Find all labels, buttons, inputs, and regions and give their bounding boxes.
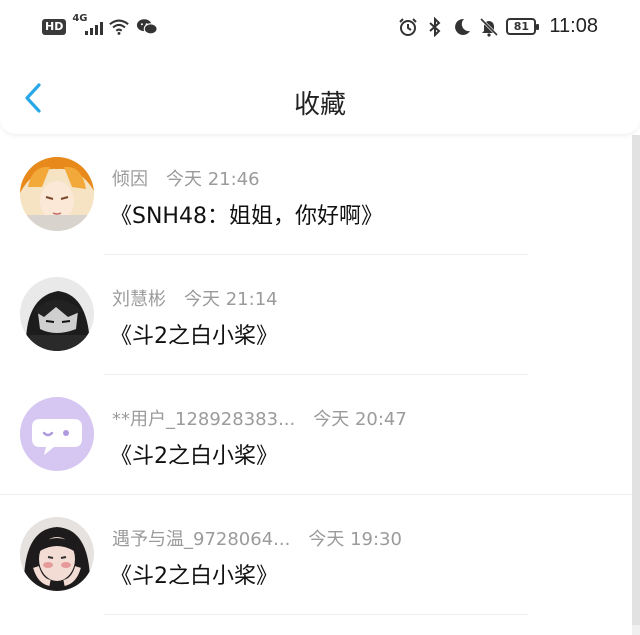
alarm-icon xyxy=(399,17,418,36)
item-meta: 遇予与温_9728064... 今天 19:30 xyxy=(112,525,402,550)
mute-bell-icon xyxy=(480,17,499,37)
favorite-title[interactable]: 《斗2之白小桨》 xyxy=(110,438,278,470)
author-name: **用户_128928383... xyxy=(112,409,296,430)
moon-icon xyxy=(455,18,471,35)
avatar[interactable] xyxy=(20,397,94,471)
header: 收藏 xyxy=(0,56,640,134)
hd-badge: HD xyxy=(42,19,67,35)
favorite-title[interactable]: 《斗2之白小桨》 xyxy=(110,318,278,350)
status-bar: HD 4G 81 11:08 xyxy=(0,0,640,56)
item-meta: 刘慧彬 今天 21:14 xyxy=(112,285,278,310)
timestamp: 今天 20:47 xyxy=(313,409,407,430)
scrollbar-thumb[interactable] xyxy=(632,135,640,625)
favorite-title[interactable]: 《斗2之白小桨》 xyxy=(110,558,278,590)
bluetooth-icon xyxy=(429,16,441,37)
cellular-signal-icon: 4G xyxy=(72,13,104,37)
item-meta: **用户_128928383... 今天 20:47 xyxy=(112,405,407,430)
author-name: 倾因 xyxy=(112,169,148,190)
avatar[interactable] xyxy=(20,277,94,351)
author-name: 遇予与温_9728064... xyxy=(112,529,291,550)
item-meta: 倾因 今天 21:46 xyxy=(112,165,260,190)
list-item[interactable]: **用户_128928383... 今天 20:47 《斗2之白小桨》 xyxy=(0,375,632,495)
timestamp: 今天 21:46 xyxy=(166,169,260,190)
clock: 11:08 xyxy=(549,15,598,37)
wechat-icon xyxy=(137,19,158,35)
timestamp: 今天 21:14 xyxy=(184,289,278,310)
list-item[interactable]: 倾因 今天 21:46 《SNH48：姐姐，你好啊》 xyxy=(0,135,632,255)
battery-icon: 81 xyxy=(506,18,540,35)
favorite-title[interactable]: 《SNH48：姐姐，你好啊》 xyxy=(110,198,383,230)
avatar[interactable] xyxy=(20,157,94,231)
timestamp: 今天 19:30 xyxy=(308,529,402,550)
wifi-icon xyxy=(109,19,130,35)
author-name: 刘慧彬 xyxy=(112,289,166,310)
avatar[interactable] xyxy=(20,517,94,591)
list-item[interactable]: 刘慧彬 今天 21:14 《斗2之白小桨》 xyxy=(0,255,632,375)
list-item[interactable]: 遇予与温_9728064... 今天 19:30 《斗2之白小桨》 xyxy=(0,495,632,615)
page-title: 收藏 xyxy=(293,90,346,120)
favorites-list: 倾因 今天 21:46 《SNH48：姐姐，你好啊》 刘慧彬 今天 21:14 《斗… xyxy=(0,135,632,635)
divider xyxy=(104,614,528,615)
